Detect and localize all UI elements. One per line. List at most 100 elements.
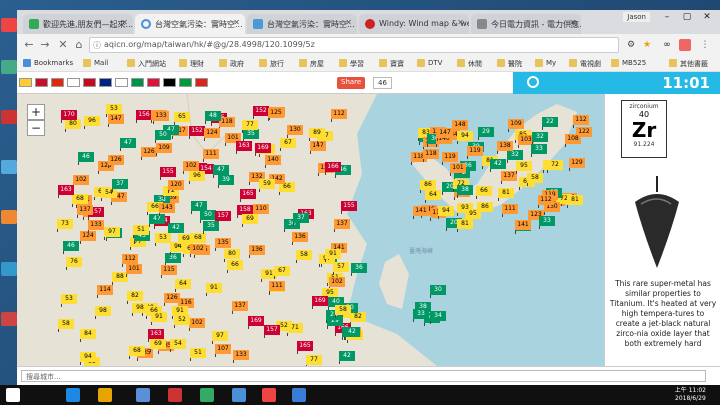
- bookmark-item[interactable]: 休閒: [457, 59, 482, 69]
- aqi-marker[interactable]: 94: [438, 206, 454, 219]
- aqi-marker[interactable]: 39: [218, 175, 234, 188]
- aqi-marker[interactable]: 155: [341, 201, 357, 214]
- language-flag[interactable]: [195, 78, 208, 87]
- aqi-map[interactable]: 臺灣海峽 + − 1016846901246711142516112616810…: [17, 94, 604, 366]
- aqi-marker[interactable]: 84: [80, 329, 96, 342]
- aqi-marker[interactable]: 111: [502, 204, 518, 217]
- menu-icon[interactable]: ⋮: [699, 39, 711, 51]
- aqi-marker[interactable]: 32: [507, 150, 523, 163]
- tab-5[interactable]: 今日電力資訊 - 電力供應... ✕: [471, 14, 581, 34]
- aqi-marker[interactable]: 53: [155, 233, 171, 246]
- aqi-marker[interactable]: 143: [159, 203, 175, 216]
- desktop-icon[interactable]: [1, 262, 17, 276]
- aqi-marker[interactable]: 36: [351, 263, 367, 276]
- url-input[interactable]: ⓘ aqicn.org/map/taiwan/hk/#@g/28.4998/12…: [89, 37, 619, 53]
- bookmark-item[interactable]: 理財: [179, 59, 204, 69]
- language-flag[interactable]: [115, 78, 128, 87]
- aqi-marker[interactable]: 111: [269, 281, 285, 294]
- aqi-marker[interactable]: 69: [242, 214, 258, 227]
- language-flag[interactable]: [131, 78, 144, 87]
- aqi-marker[interactable]: 58: [335, 305, 351, 318]
- aqi-marker[interactable]: 157: [215, 211, 231, 224]
- language-flag[interactable]: [147, 78, 160, 87]
- aqi-marker[interactable]: 133: [88, 220, 104, 233]
- aqi-marker[interactable]: 102: [183, 161, 199, 174]
- aqi-marker[interactable]: 112: [122, 254, 138, 267]
- aqi-marker[interactable]: 157: [264, 325, 280, 338]
- aqi-marker[interactable]: 112: [573, 115, 589, 128]
- aqi-marker[interactable]: 50: [155, 130, 171, 143]
- bookmark-item[interactable]: 房屋: [299, 59, 324, 69]
- aqi-marker[interactable]: 169: [312, 296, 328, 309]
- close-icon[interactable]: ✕: [457, 18, 464, 27]
- aqi-marker[interactable]: 82: [127, 291, 143, 304]
- aqi-marker[interactable]: 170: [61, 110, 77, 123]
- language-flag[interactable]: [19, 78, 32, 87]
- aqi-marker[interactable]: 33: [413, 309, 429, 322]
- taskbar-app-icon[interactable]: [200, 388, 214, 402]
- back-icon[interactable]: ←: [21, 37, 37, 53]
- desktop-icon[interactable]: [1, 18, 17, 32]
- close-icon[interactable]: ✕: [569, 18, 576, 27]
- profile-button[interactable]: Jason: [623, 12, 650, 22]
- aqi-marker[interactable]: 81: [567, 195, 583, 208]
- aqi-marker[interactable]: 101: [126, 264, 142, 277]
- aqi-marker[interactable]: 58: [296, 250, 312, 263]
- aqi-marker[interactable]: 166: [325, 162, 341, 175]
- search-icon[interactable]: [527, 76, 539, 88]
- aqi-marker[interactable]: 47: [191, 201, 207, 214]
- aqi-marker[interactable]: 54: [170, 339, 186, 352]
- aqi-marker[interactable]: 50: [200, 210, 216, 223]
- aqi-marker[interactable]: 120: [168, 180, 184, 193]
- aqi-marker[interactable]: 102: [73, 175, 89, 188]
- aqi-marker[interactable]: 96: [189, 171, 205, 184]
- close-window-icon[interactable]: ✕: [698, 12, 716, 24]
- bookmark-item[interactable]: My: [535, 59, 556, 67]
- aqi-marker[interactable]: 147: [310, 141, 326, 154]
- aqi-marker[interactable]: 80: [65, 119, 81, 132]
- aqi-marker[interactable]: 111: [203, 149, 219, 162]
- aqi-marker[interactable]: 147: [108, 114, 124, 127]
- aqi-marker[interactable]: 156: [136, 110, 152, 123]
- aqi-marker[interactable]: 37: [293, 213, 309, 226]
- bookmark-item[interactable]: 電視劇: [569, 59, 601, 69]
- aqi-marker[interactable]: 126: [164, 293, 180, 306]
- aqi-marker[interactable]: 33: [539, 216, 555, 229]
- taskbar-app-icon[interactable]: [232, 388, 246, 402]
- aqi-marker[interactable]: 68: [72, 194, 88, 207]
- edge-icon[interactable]: [66, 388, 80, 402]
- aqi-marker[interactable]: 165: [297, 341, 313, 354]
- aqi-marker[interactable]: 130: [287, 125, 303, 138]
- bookmark-item[interactable]: 入門網站: [127, 59, 166, 69]
- aqi-marker[interactable]: 67: [280, 138, 296, 151]
- language-flag[interactable]: [83, 78, 96, 87]
- aqi-marker[interactable]: 163: [236, 141, 252, 154]
- aqi-marker[interactable]: 124: [204, 128, 220, 141]
- tab-1[interactable]: 歡迎先進,朋友們—起來... ✕: [23, 14, 133, 34]
- aqi-marker[interactable]: 81: [498, 188, 514, 201]
- aqi-marker[interactable]: 47: [120, 138, 136, 151]
- language-flag[interactable]: [179, 78, 192, 87]
- language-flag[interactable]: [99, 78, 112, 87]
- aqi-marker[interactable]: 165: [240, 189, 256, 202]
- forward-icon[interactable]: →: [37, 37, 53, 53]
- aqi-marker[interactable]: 67: [274, 266, 290, 279]
- aqi-marker[interactable]: 112: [538, 195, 554, 208]
- language-flag[interactable]: [35, 78, 48, 87]
- aqi-marker[interactable]: 58: [527, 173, 543, 186]
- aqi-marker[interactable]: 91: [206, 283, 222, 296]
- aqi-marker[interactable]: 52: [174, 315, 190, 328]
- bookmark-item[interactable]: DTV: [417, 59, 442, 67]
- aqi-marker[interactable]: 118: [423, 149, 439, 162]
- aqi-marker[interactable]: 119: [467, 146, 483, 159]
- aqi-marker[interactable]: 64: [425, 190, 441, 203]
- aqi-marker[interactable]: 133: [153, 111, 169, 124]
- aqi-marker[interactable]: 51: [133, 225, 149, 238]
- tab-3[interactable]: 台灣空氣污染：實時空... ✕: [247, 14, 357, 34]
- extension-icon[interactable]: ⚙: [625, 39, 637, 51]
- desktop-icon[interactable]: [1, 312, 17, 326]
- aqi-marker[interactable]: 54: [101, 188, 117, 201]
- aqi-marker[interactable]: 125: [268, 108, 284, 121]
- aqi-marker[interactable]: 53: [61, 294, 77, 307]
- aqi-marker[interactable]: 73: [57, 219, 73, 232]
